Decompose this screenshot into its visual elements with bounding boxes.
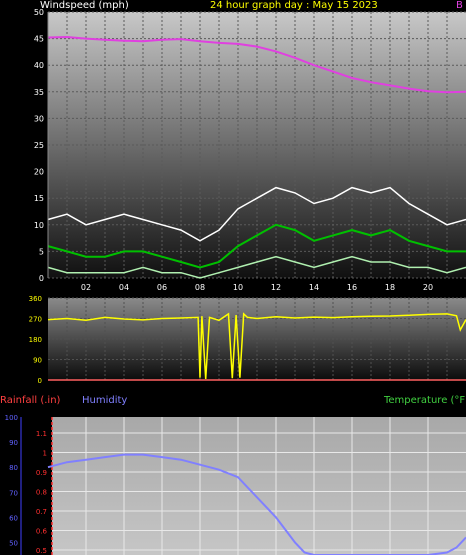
rain-y-tick-label: 0.8 xyxy=(36,489,47,497)
wind-y-tick-label: 10 xyxy=(34,221,44,230)
rain-y-tick-label: 1.1 xyxy=(36,430,47,438)
wind-x-tick-label: 06 xyxy=(157,283,167,292)
rainfall-axis-label: Rainfall (.in) xyxy=(0,395,61,406)
humidity-plot-area xyxy=(52,417,466,555)
humidity-y-tick-label: 50 xyxy=(9,539,18,547)
wind-y-tick-label: 40 xyxy=(34,61,44,70)
humidity-y-tick-label: 100 xyxy=(5,414,18,422)
rain-y-tick-label: 0.7 xyxy=(36,508,47,516)
wind-y-tick-label: 20 xyxy=(34,168,44,177)
wind-y-tick-label: 5 xyxy=(39,247,44,256)
rain-y-tick-label: 0.9 xyxy=(36,469,47,477)
wind-x-tick-label: 08 xyxy=(195,283,205,292)
wind-x-tick-label: 02 xyxy=(81,283,91,292)
wind-y-tick-label: 25 xyxy=(34,141,44,150)
humidity-y-tick-label: 70 xyxy=(9,489,18,497)
chart-title: 24 hour graph day : May 15 2023 xyxy=(210,0,378,11)
wind-y-tick-label: 15 xyxy=(34,194,44,203)
rain-y-tick-label: 1 xyxy=(43,450,47,458)
weather-graph-page: 0 5 10 15 20 25 30 35 40 45 50 02 04 06 08 10 12 14 16 18 20… xyxy=(0,0,466,555)
humidity-y-tick-label: 60 xyxy=(9,514,18,522)
clipped-barometer-label: B xyxy=(456,0,463,11)
wind-y-tick-label: 30 xyxy=(34,114,44,123)
wind-x-tick-label: 16 xyxy=(347,283,357,292)
wind-x-tick-label: 10 xyxy=(233,283,243,292)
wind-y-tick-label: 0 xyxy=(39,274,44,283)
humidity-y-tick-label: 90 xyxy=(9,439,18,447)
direction-y-tick-label: 90 xyxy=(33,357,42,365)
wind-x-tick-label: 14 xyxy=(309,283,319,292)
wind-chart: 0510152025303540455002 04 06 08 10 12 14 16 18 20… xyxy=(5,8,466,555)
rain-y-tick-label: 0.5 xyxy=(36,547,47,555)
rain-y-tick-label: 0.6 xyxy=(36,528,48,536)
wind-axis-label: Windspeed (mph) xyxy=(40,0,129,11)
wind-x-tick-label: 20 xyxy=(423,283,433,292)
direction-y-tick-label: 360 xyxy=(29,295,42,303)
humidity-y-tick-label: 80 xyxy=(9,464,18,472)
direction-y-tick-label: 270 xyxy=(29,316,42,324)
humidity-axis-label: Humidity xyxy=(82,395,128,406)
temperature-axis-label: Temperature (°F) xyxy=(384,395,466,406)
wind-x-tick-label: 18 xyxy=(385,283,395,292)
direction-y-tick-label: 0 xyxy=(38,377,42,385)
wind-y-tick-label: 35 xyxy=(34,88,44,97)
wind-x-tick-label: 04 xyxy=(119,283,129,292)
direction-y-tick-label: 180 xyxy=(29,336,42,344)
wind-x-tick-label: 12 xyxy=(271,283,281,292)
wind-y-tick-label: 45 xyxy=(34,35,44,44)
